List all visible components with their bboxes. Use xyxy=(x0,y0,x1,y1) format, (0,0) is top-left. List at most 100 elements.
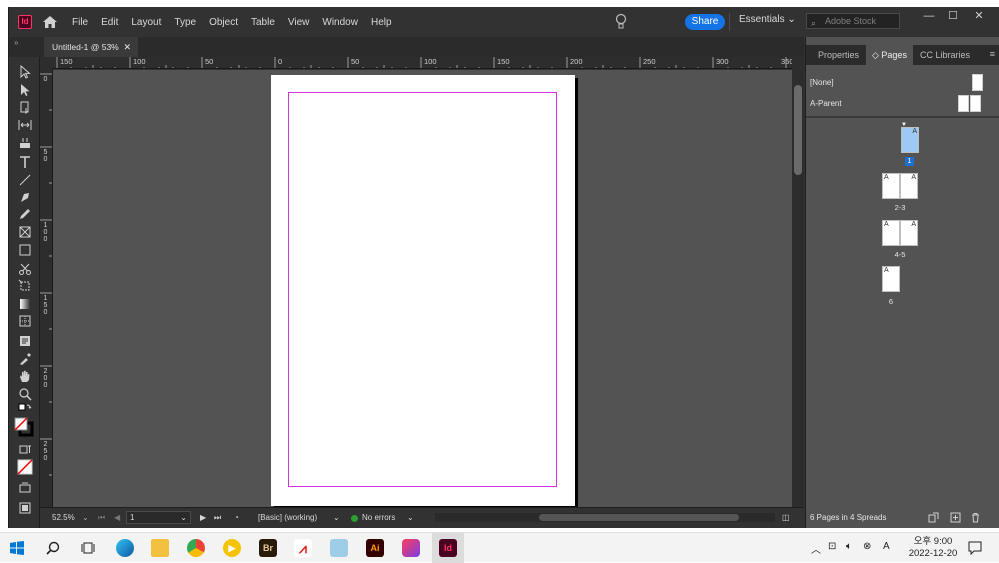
panel-menu-icon[interactable]: ≡ xyxy=(990,49,995,59)
menu-view[interactable]: View xyxy=(288,17,310,28)
acrobat-icon[interactable]: ⩘ xyxy=(294,539,312,557)
bridge-icon[interactable]: Br xyxy=(259,539,277,557)
vertical-ruler[interactable]: 0 50 100 150 200 250 xyxy=(40,69,53,507)
next-page-icon[interactable]: ▶ xyxy=(200,513,206,522)
open-file-icon[interactable]: ◔ xyxy=(234,513,239,522)
menu-file[interactable]: File xyxy=(72,17,88,28)
adobe-stock-search[interactable]: ⌕ Adobe Stock xyxy=(806,13,900,29)
preflight-status[interactable]: No errors xyxy=(362,513,395,522)
page-tool-icon[interactable] xyxy=(18,100,32,115)
tab-cc-libraries[interactable]: CC Libraries xyxy=(914,45,976,65)
default-fill-stroke-icon[interactable] xyxy=(18,403,32,417)
master-a-parent[interactable]: A-Parent xyxy=(806,93,999,115)
ime-icon[interactable]: ⊗ xyxy=(863,541,871,552)
page-thumbnail[interactable]: A xyxy=(900,173,918,199)
pasteboard[interactable] xyxy=(53,70,792,507)
gradient-tool-icon[interactable] xyxy=(18,297,32,311)
pen-tool-icon[interactable] xyxy=(18,190,32,204)
collapse-toolbar-icon[interactable]: » xyxy=(14,38,18,47)
page-thumbnail[interactable]: A xyxy=(882,266,900,292)
search-icon[interactable] xyxy=(45,540,61,556)
tab-properties[interactable]: Properties xyxy=(812,45,865,65)
creative-cloud-icon[interactable] xyxy=(402,539,420,557)
minimize-button[interactable]: — xyxy=(916,7,942,27)
app-icon[interactable] xyxy=(330,539,348,557)
menu-window[interactable]: Window xyxy=(322,17,358,28)
close-window-button[interactable]: ✕ xyxy=(966,7,992,27)
scissors-tool-icon[interactable] xyxy=(18,262,32,276)
gap-tool-icon[interactable] xyxy=(18,118,32,132)
scroll-thumb[interactable] xyxy=(539,514,739,521)
system-clock[interactable]: 오후 9:00 2022-12-20 xyxy=(904,536,962,560)
apply-none-icon[interactable] xyxy=(17,459,33,475)
note-tool-icon[interactable] xyxy=(18,334,32,348)
scroll-thumb[interactable] xyxy=(794,85,802,175)
notification-icon[interactable] xyxy=(968,541,982,555)
volume-icon[interactable]: 🔈︎ xyxy=(846,541,852,552)
home-icon[interactable] xyxy=(42,14,58,30)
page-thumbnail[interactable]: A xyxy=(901,127,919,153)
page-number-field[interactable]: 1 ⌄ xyxy=(126,511,191,524)
document-tab[interactable]: Untitled-1 @ 53% ✕ xyxy=(44,37,138,57)
chrome-icon[interactable] xyxy=(187,539,205,557)
chevron-down-icon[interactable]: ⌄ xyxy=(333,513,340,522)
horizontal-scrollbar[interactable] xyxy=(435,513,775,522)
edge-icon[interactable] xyxy=(116,539,134,557)
edit-page-size-icon[interactable] xyxy=(928,512,939,523)
task-view-icon[interactable] xyxy=(80,540,96,556)
keyboard-language-icon[interactable]: A xyxy=(883,541,890,552)
preflight-profile[interactable]: [Basic] (working) xyxy=(258,513,317,522)
page-thumbnail[interactable]: A xyxy=(900,220,918,246)
network-icon[interactable]: ⊡ xyxy=(828,541,836,552)
fill-stroke-swatch-icon[interactable] xyxy=(14,417,34,437)
line-tool-icon[interactable] xyxy=(18,173,32,187)
zoom-level[interactable]: 52.5% xyxy=(52,513,75,522)
vertical-scrollbar[interactable] xyxy=(792,57,804,507)
selection-tool-icon[interactable] xyxy=(18,64,32,79)
windows-start-icon[interactable] xyxy=(10,541,24,555)
pencil-tool-icon[interactable] xyxy=(18,207,32,221)
menu-type[interactable]: Type xyxy=(174,17,196,28)
menu-edit[interactable]: Edit xyxy=(101,17,118,28)
menu-object[interactable]: Object xyxy=(209,17,238,28)
zoom-tool-icon[interactable] xyxy=(18,387,32,401)
hand-tool-icon[interactable] xyxy=(18,369,32,383)
maximize-button[interactable]: ☐ xyxy=(940,7,966,27)
indesign-icon[interactable]: Id xyxy=(439,539,457,557)
view-mode-icon[interactable] xyxy=(18,501,32,515)
rectangle-tool-icon[interactable] xyxy=(18,243,32,257)
first-page-icon[interactable]: ⏮ xyxy=(98,513,105,523)
ruler-origin[interactable] xyxy=(40,57,53,69)
master-none[interactable]: [None] xyxy=(806,72,999,94)
rectangle-frame-tool-icon[interactable] xyxy=(18,225,32,239)
split-window-icon[interactable]: ◫ xyxy=(782,513,790,522)
share-button[interactable]: Share xyxy=(685,14,725,30)
screen-mode-icon[interactable] xyxy=(18,481,32,495)
tab-pages[interactable]: ◇ Pages xyxy=(866,45,913,65)
last-page-icon[interactable]: ⏭ xyxy=(214,513,221,523)
panel-divider[interactable] xyxy=(806,116,999,118)
page-thumbnail[interactable]: A xyxy=(882,173,900,199)
free-transform-tool-icon[interactable] xyxy=(18,279,32,293)
workspace-switcher[interactable]: Essentials ⌄ xyxy=(739,14,796,25)
file-explorer-icon[interactable] xyxy=(151,539,169,557)
chevron-down-icon[interactable]: ⌄ xyxy=(407,513,414,522)
direct-selection-tool-icon[interactable] xyxy=(18,83,32,97)
illustrator-icon[interactable]: Ai xyxy=(366,539,384,557)
trash-icon[interactable] xyxy=(970,512,981,523)
menu-help[interactable]: Help xyxy=(371,17,392,28)
chevron-up-icon[interactable]: ︿ xyxy=(811,541,821,556)
menu-layout[interactable]: Layout xyxy=(131,17,161,28)
menu-table[interactable]: Table xyxy=(251,17,275,28)
eyedropper-tool-icon[interactable] xyxy=(18,352,32,366)
new-page-icon[interactable] xyxy=(950,512,961,523)
type-tool-icon[interactable] xyxy=(18,155,32,169)
close-tab-icon[interactable]: ✕ xyxy=(123,37,131,57)
horizontal-ruler[interactable]: 150 100 50 0 50 100 150 200 250 300 350 xyxy=(53,57,793,69)
formatting-container-icon[interactable] xyxy=(18,443,32,457)
lightbulb-icon[interactable] xyxy=(615,13,627,31)
media-player-icon[interactable]: ▶ xyxy=(223,539,241,557)
gradient-feather-tool-icon[interactable] xyxy=(18,314,32,328)
content-collector-tool-icon[interactable] xyxy=(18,136,32,150)
previous-page-icon[interactable]: ◀ xyxy=(114,513,120,522)
